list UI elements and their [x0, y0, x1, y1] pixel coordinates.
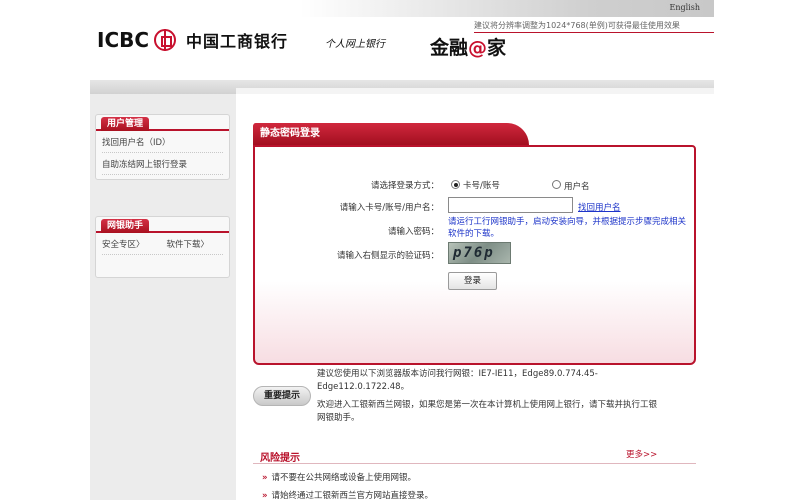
password-label: 请输入密码：	[387, 227, 439, 237]
service-name: 个人网上银行	[325, 39, 385, 50]
software-download-link[interactable]: 软件下载〉	[167, 238, 210, 250]
bank-logo: ICBC 中国工商银行	[97, 28, 288, 52]
arrow-icon: »	[262, 473, 268, 483]
icbc-seal-icon	[154, 29, 177, 51]
login-form: 请选择登录方式： 卡号/账号 用户名 请输入卡号/账号/用户名： 找回用户名 请…	[253, 145, 696, 365]
brand-slogan-at: @	[468, 37, 488, 59]
radio-username[interactable]	[552, 180, 561, 189]
password-plugin-tip[interactable]: 请运行工行网银助手，启动安装向导，并根据提示步骤完成相关软件的下载。	[448, 216, 688, 240]
brand-slogan-suffix: 家	[487, 37, 507, 59]
panel-header: 网银助手	[96, 217, 229, 233]
user-management-title: 用户管理	[101, 117, 150, 131]
radio-card-account[interactable]	[451, 180, 460, 189]
captcha-image[interactable]: p76p	[448, 242, 511, 264]
option-username: 用户名	[564, 182, 590, 192]
account-input[interactable]	[448, 197, 573, 213]
security-zone-link[interactable]: 安全专区〉	[102, 238, 145, 250]
risk-tips-title: 风险提示	[260, 453, 300, 464]
risk-item[interactable]: » 请始终通过工银新西兰官方网站直接登录。	[262, 489, 433, 500]
risk-item-text: 请始终通过工银新西兰官方网站直接登录。	[271, 491, 434, 500]
freeze-login-item[interactable]: 自助冻结网上银行登录	[102, 153, 223, 175]
english-link[interactable]: English	[670, 3, 701, 12]
browser-tip-line-2: Edge112.0.1722.48。	[317, 382, 410, 392]
brand-slogan: 金融@家	[430, 33, 506, 60]
assistant-panel: 网银助手 安全专区〉 软件下载〉	[95, 216, 230, 278]
header-divider	[474, 32, 714, 33]
welcome-line-2: 网银助手。	[317, 413, 360, 423]
risk-item[interactable]: » 请不要在公共网络或设备上使用网银。	[262, 471, 416, 483]
top-bar: English	[300, 0, 714, 17]
welcome-line-1: 欢迎进入工银新西兰网银，如果您是第一次在本计算机上使用网上银行，请下载并执行工银	[317, 400, 658, 410]
more-link[interactable]: 更多>>	[626, 448, 657, 460]
captcha-label: 请输入右侧显示的验证码：	[336, 251, 439, 261]
risk-divider	[253, 463, 696, 464]
login-method-label: 请选择登录方式：	[370, 181, 439, 191]
login-button[interactable]: 登录	[448, 272, 497, 290]
risk-item-text: 请不要在公共网络或设备上使用网银。	[271, 473, 417, 483]
panel-header: 用户管理	[96, 115, 229, 131]
find-username-item[interactable]: 找回用户名（ID）	[102, 131, 223, 153]
resolution-tip: 建议将分辨率调整为1024*768(单例)可获得最佳使用效果	[474, 21, 680, 30]
brand-slogan-prefix: 金融	[430, 37, 469, 59]
bank-name: 中国工商银行	[186, 32, 289, 51]
user-management-panel: 用户管理 找回用户名（ID） 自助冻结网上银行登录	[95, 114, 230, 180]
option-card-account: 卡号/账号	[463, 181, 500, 191]
account-label: 请输入卡号/账号/用户名：	[339, 203, 439, 213]
assistant-title: 网银助手	[101, 219, 150, 233]
logo-icbc-text: ICBC	[97, 28, 150, 52]
arrow-icon: »	[262, 491, 268, 500]
find-username-link[interactable]: 找回用户名	[578, 201, 621, 213]
assistant-links: 安全专区〉 软件下载〉	[102, 233, 223, 255]
login-title: 静态密码登录	[253, 123, 529, 145]
important-notice-badge: 重要提示	[253, 386, 311, 406]
browser-tip-line-1: 建议您使用以下浏览器版本访问我行网银：IE7-IE11，Edge89.0.774…	[317, 369, 598, 379]
